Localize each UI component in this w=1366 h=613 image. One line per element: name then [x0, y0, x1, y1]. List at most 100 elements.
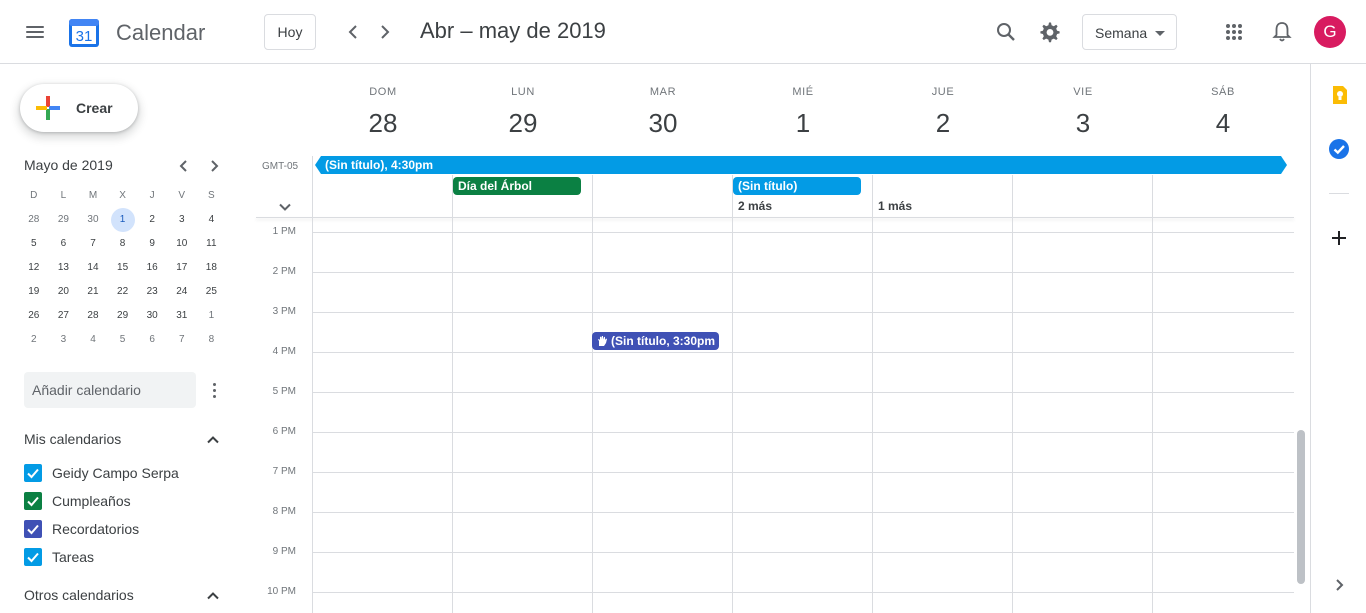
mini-next-icon[interactable]	[204, 156, 224, 176]
mini-day[interactable]: 29	[49, 208, 79, 232]
more-events-link[interactable]: 2 más	[738, 199, 772, 213]
mini-day[interactable]: 27	[49, 304, 79, 328]
mini-day[interactable]: 17	[167, 256, 197, 280]
mini-day[interactable]: 10	[167, 232, 197, 256]
checkbox[interactable]	[24, 492, 42, 510]
mini-day[interactable]: 28	[78, 304, 108, 328]
app-name: Calendar	[116, 20, 206, 45]
day-number[interactable]: 4	[1153, 108, 1293, 139]
mini-day[interactable]: 4	[78, 328, 108, 352]
checkbox[interactable]	[24, 464, 42, 482]
chevron-up-icon[interactable]	[204, 431, 222, 449]
mini-day[interactable]: 5	[108, 328, 138, 352]
day-number[interactable]: 1	[733, 108, 873, 139]
mini-day[interactable]: 2	[19, 328, 49, 352]
scrollbar-thumb[interactable]	[1297, 430, 1305, 584]
mini-day[interactable]: 2	[137, 208, 167, 232]
hour-line	[312, 392, 1294, 393]
more-vert-icon[interactable]	[204, 380, 224, 400]
view-selector[interactable]: Semana	[1082, 14, 1177, 50]
mini-day[interactable]: 25	[197, 280, 227, 304]
date-range-title: Abr – may de 2019	[420, 18, 606, 43]
hour-line	[312, 592, 1294, 593]
hour-line	[312, 352, 1294, 353]
day-number[interactable]: 29	[453, 108, 593, 139]
mini-day[interactable]: 26	[19, 304, 49, 328]
event-chip[interactable]: (Sin título)	[733, 177, 861, 195]
day-number[interactable]: 28	[313, 108, 453, 139]
today-button[interactable]: Hoy	[264, 14, 316, 50]
mini-day[interactable]: 29	[108, 304, 138, 328]
mini-day[interactable]: 5	[19, 232, 49, 256]
calendar-list-item[interactable]: Cumpleaños	[24, 489, 224, 513]
menu-icon[interactable]	[24, 24, 46, 40]
mini-day[interactable]: 3	[167, 208, 197, 232]
add-icon[interactable]	[1328, 227, 1350, 249]
mini-day[interactable]: 18	[197, 256, 227, 280]
mini-day[interactable]: 7	[167, 328, 197, 352]
mini-day[interactable]: 8	[108, 232, 138, 256]
other-calendars-title[interactable]: Otros calendarios	[24, 587, 134, 603]
event-chip[interactable]: Día del Árbol	[453, 177, 581, 195]
mini-day[interactable]: 12	[19, 256, 49, 280]
calendar-list-item[interactable]: Tareas	[24, 545, 224, 569]
mini-day[interactable]: 9	[137, 232, 167, 256]
mini-day[interactable]: 19	[19, 280, 49, 304]
search-icon[interactable]	[994, 20, 1018, 44]
bell-icon[interactable]	[1270, 20, 1294, 44]
day-column-line	[872, 175, 873, 613]
mini-day[interactable]: 6	[137, 328, 167, 352]
my-calendars-title[interactable]: Mis calendarios	[24, 431, 121, 447]
reminder-event-chip[interactable]: (Sin título, 3:30pm	[592, 332, 719, 350]
expand-allday-icon[interactable]	[276, 198, 294, 216]
avatar[interactable]: G	[1314, 16, 1346, 48]
mini-day[interactable]: 28	[19, 208, 49, 232]
expand-icon[interactable]	[1328, 574, 1350, 596]
mini-day[interactable]: 20	[49, 280, 79, 304]
allday-event-bar[interactable]: (Sin título), 4:30pm	[315, 156, 1287, 174]
day-number[interactable]: 30	[593, 108, 733, 139]
calendar-logo-icon[interactable]: 31	[68, 16, 100, 48]
mini-day[interactable]: 15	[108, 256, 138, 280]
chevron-right-icon[interactable]	[373, 20, 397, 44]
calendar-list-item[interactable]: Geidy Campo Serpa	[24, 461, 224, 485]
mini-day[interactable]: 13	[49, 256, 79, 280]
day-number[interactable]: 3	[1013, 108, 1153, 139]
create-label: Crear	[76, 100, 113, 116]
mini-day[interactable]: 21	[78, 280, 108, 304]
keep-icon[interactable]	[1328, 84, 1350, 106]
mini-day[interactable]: 31	[167, 304, 197, 328]
mini-day[interactable]: 30	[78, 208, 108, 232]
more-events-link[interactable]: 1 más	[878, 199, 912, 213]
day-column-line	[1012, 175, 1013, 613]
gear-icon[interactable]	[1038, 20, 1062, 44]
mini-day-number: 3	[60, 334, 67, 345]
mini-day[interactable]: 3	[49, 328, 79, 352]
day-number[interactable]: 2	[873, 108, 1013, 139]
mini-day[interactable]: 30	[137, 304, 167, 328]
tasks-icon[interactable]	[1328, 138, 1350, 160]
mini-day[interactable]: 1	[197, 304, 227, 328]
mini-day[interactable]: 6	[49, 232, 79, 256]
checkbox[interactable]	[24, 520, 42, 538]
mini-day[interactable]: 4	[197, 208, 227, 232]
mini-day[interactable]: 23	[137, 280, 167, 304]
checkbox[interactable]	[24, 548, 42, 566]
add-calendar-input[interactable]	[24, 372, 196, 408]
mini-day[interactable]: 22	[108, 280, 138, 304]
mini-day-number: 14	[87, 262, 99, 273]
mini-day[interactable]: 14	[78, 256, 108, 280]
mini-day[interactable]: 11	[197, 232, 227, 256]
mini-prev-icon[interactable]	[174, 156, 194, 176]
create-button[interactable]: Crear	[20, 84, 138, 132]
check-icon	[27, 496, 39, 507]
mini-day-selected[interactable]: 1	[108, 208, 138, 232]
chevron-left-icon[interactable]	[341, 20, 365, 44]
mini-day[interactable]: 16	[137, 256, 167, 280]
mini-day[interactable]: 24	[167, 280, 197, 304]
calendar-list-item[interactable]: Recordatorios	[24, 517, 224, 541]
mini-day[interactable]: 7	[78, 232, 108, 256]
apps-grid-icon[interactable]	[1222, 20, 1246, 44]
chevron-up-icon[interactable]	[204, 587, 222, 605]
mini-day[interactable]: 8	[197, 328, 227, 352]
